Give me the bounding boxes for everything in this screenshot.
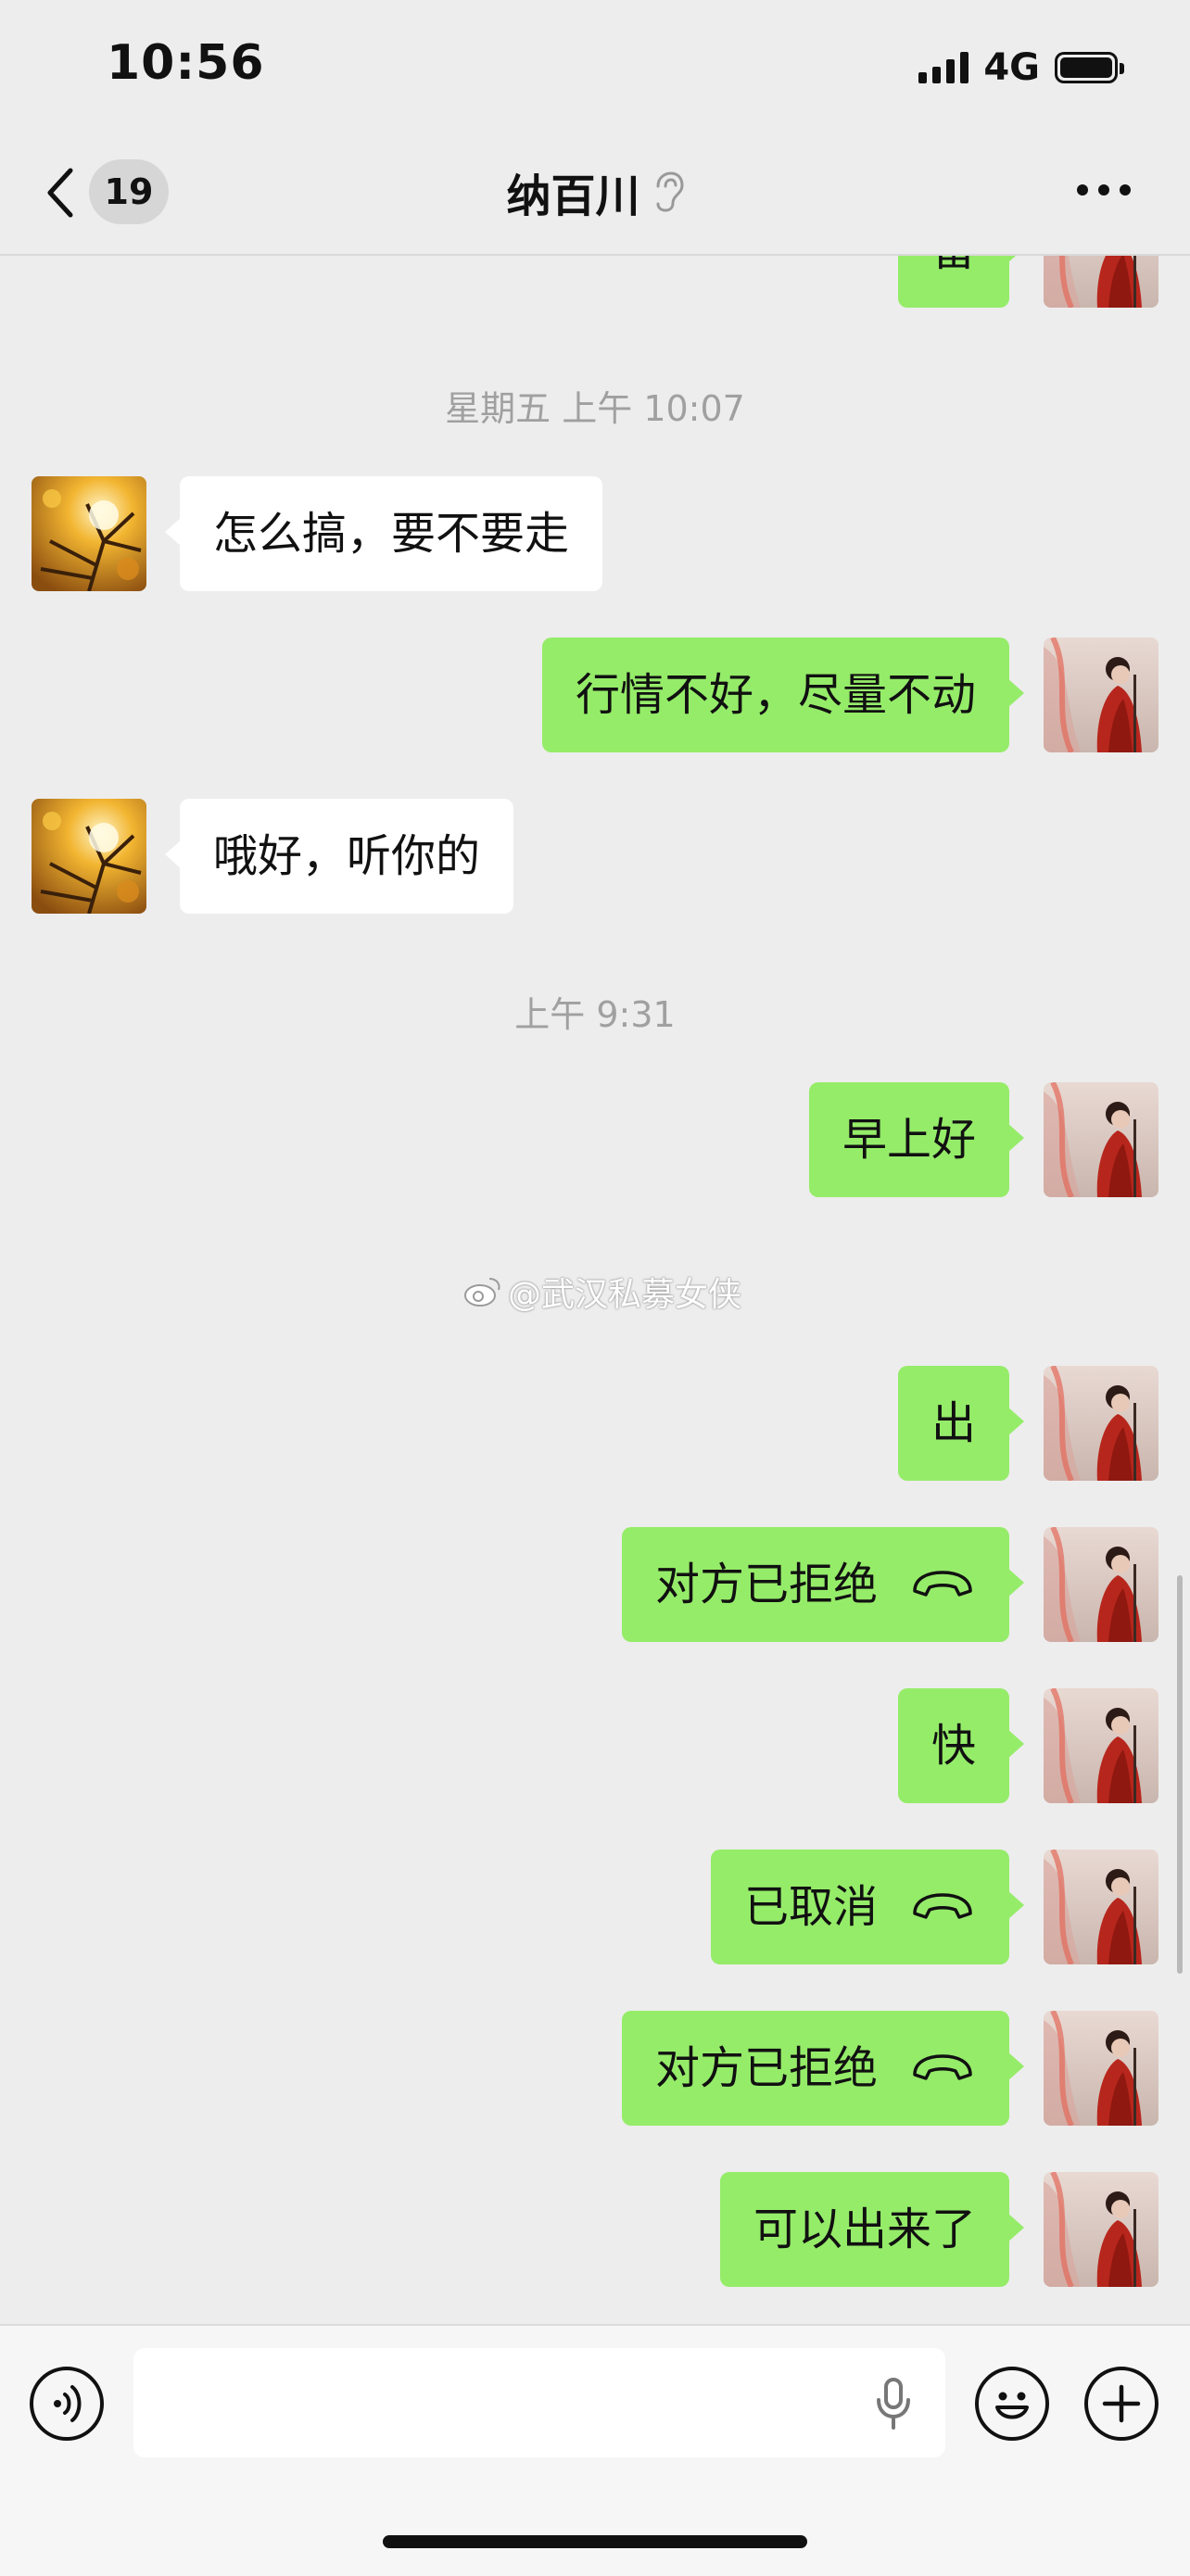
chat-title-container: 纳百川 (0, 159, 1190, 224)
status-time: 10:56 (107, 35, 265, 91)
message-text: 对方已拒绝 (654, 2042, 878, 2094)
message-bubble[interactable]: 可以出来了 (719, 2172, 1025, 2287)
home-indicator[interactable] (383, 2535, 807, 2548)
network-type: 4G (983, 46, 1040, 89)
message-row: 可以出来了 (0, 2172, 1190, 2287)
self-avatar[interactable] (1044, 1366, 1158, 1481)
message-text: 已取消 (743, 1881, 878, 1933)
scrollbar[interactable] (1177, 1575, 1183, 1974)
message-row: 行情不好，尽量不动 (0, 638, 1190, 752)
message-row: 对方已拒绝 (0, 1527, 1190, 1642)
self-avatar[interactable] (1044, 638, 1158, 752)
message-row: 哦好，听你的 (0, 799, 1190, 914)
message-row: 快 (0, 1688, 1190, 1803)
message-row: 早上好 (0, 1082, 1190, 1197)
self-avatar[interactable] (1044, 2172, 1158, 2287)
self-avatar[interactable] (1044, 1850, 1158, 1964)
contact-avatar[interactable] (32, 799, 146, 914)
mic-icon[interactable] (875, 2376, 912, 2431)
call-record-bubble[interactable]: 已取消 (710, 1850, 1025, 1964)
contact-avatar[interactable] (32, 476, 146, 591)
self-avatar[interactable] (1044, 2011, 1158, 2126)
message-bubble[interactable]: 怎么搞，要不要走 (164, 476, 603, 591)
message-row: 已取消 (0, 1850, 1190, 1964)
message-bubble[interactable]: 哦好，听你的 (164, 799, 514, 914)
message-bubble[interactable]: 出 (897, 1366, 1025, 1481)
message-row: 对方已拒绝 (0, 2011, 1190, 2126)
battery-icon (1055, 52, 1124, 83)
message-row: 怎么搞，要不要走 (0, 476, 1190, 591)
call-hangup-icon (909, 2051, 976, 2084)
top-bar: 10:56 4G 19 纳百川 (0, 0, 1190, 256)
call-record-bubble[interactable]: 对方已拒绝 (621, 2011, 1025, 2126)
call-hangup-icon (909, 1567, 976, 1600)
more-icon[interactable] (1077, 176, 1142, 204)
plus-icon[interactable] (1084, 2367, 1158, 2441)
message-text: 怎么搞，要不要走 (213, 508, 570, 560)
signal-icon (918, 52, 969, 83)
status-indicators: 4G (918, 46, 1124, 89)
timestamp: 星期五 上午 10:07 (445, 388, 745, 429)
emoji-icon[interactable] (975, 2367, 1049, 2441)
message-text: 对方已拒绝 (654, 1559, 878, 1610)
message-text: 早上好 (842, 1114, 976, 1166)
call-hangup-icon (909, 1889, 976, 1923)
chat-title[interactable]: 纳百川 (506, 170, 639, 222)
self-avatar[interactable] (1044, 1082, 1158, 1197)
ear-icon (656, 171, 684, 212)
self-avatar[interactable] (1044, 1688, 1158, 1803)
message-text: 哦好，听你的 (213, 830, 481, 882)
self-avatar[interactable] (1044, 1527, 1158, 1642)
message-text: 行情不好，尽量不动 (575, 669, 976, 721)
message-text: 出 (930, 1397, 976, 1449)
weibo-icon (464, 1278, 500, 1307)
message-bubble[interactable]: 行情不好，尽量不动 (541, 638, 1025, 752)
chat-area[interactable]: 留 星期五 上午 10:07 怎么搞，要不要走 行情不好，尽量不动 哦好，听你的… (0, 0, 1190, 2324)
message-bubble[interactable]: 快 (897, 1688, 1025, 1803)
watermark: @武汉私募女侠 (463, 1268, 741, 1316)
watermark-text: @武汉私募女侠 (508, 1276, 742, 1314)
voice-icon[interactable] (30, 2367, 104, 2441)
call-record-bubble[interactable]: 对方已拒绝 (621, 1527, 1025, 1642)
message-text: 快 (930, 1720, 976, 1772)
message-text: 可以出来了 (753, 2203, 976, 2255)
message-row: 出 (0, 1366, 1190, 1481)
timestamp: 上午 9:31 (514, 994, 676, 1035)
message-bubble[interactable]: 早上好 (808, 1082, 1025, 1197)
message-input[interactable] (133, 2348, 945, 2457)
